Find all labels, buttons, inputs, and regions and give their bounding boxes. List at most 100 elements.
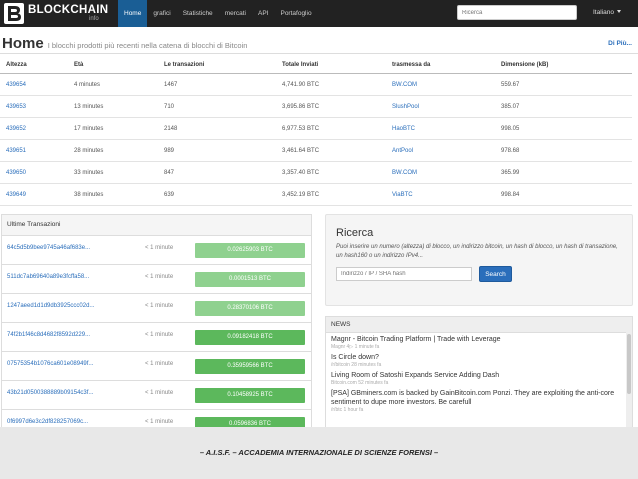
nav-home[interactable]: Home: [118, 0, 148, 27]
relayed-cell: BW.COM: [386, 161, 495, 184]
news-item[interactable]: Living Room of Satoshi Expands Service A…: [326, 371, 632, 387]
block-height-link[interactable]: 439651: [6, 148, 26, 154]
height-cell: 439653: [0, 95, 68, 118]
total-sent-cell: 3,695.86 BTC: [276, 95, 386, 118]
nav-mercati[interactable]: mercati: [219, 0, 252, 27]
nav-portafoglio[interactable]: Portafoglio: [274, 0, 317, 27]
footer-banner: – A.I.S.F. – ACCADEMIA INTERNAZIONALE DI…: [0, 427, 638, 479]
block-height-link[interactable]: 439653: [6, 104, 26, 110]
page-subtitle: I blocchi prodotti più recenti nella cat…: [47, 41, 248, 50]
search-panel-title: Ricerca: [336, 227, 374, 239]
brand-name[interactable]: BLOCKCHAIN: [28, 4, 108, 16]
block-height-link[interactable]: 439654: [6, 82, 26, 88]
table-row: 439652 17 minutes 2148 6,977.53 BTC HaoB…: [0, 117, 632, 140]
total-sent-cell: 3,357.40 BTC: [276, 161, 386, 184]
tx-count-cell: 989: [158, 139, 276, 162]
transaction-amount-button[interactable]: 0.10458925 BTC: [195, 388, 305, 403]
relayed-by-link[interactable]: BW.COM: [392, 170, 417, 176]
top-search-input[interactable]: [457, 5, 577, 20]
transaction-row: 74f2b1f46c8d4682f8592d229... < 1 minute …: [2, 323, 311, 352]
news-scrollbar[interactable]: [626, 332, 632, 427]
news-title[interactable]: Living Room of Satoshi Expands Service A…: [331, 371, 632, 380]
transaction-amount-button[interactable]: 0.09182418 BTC: [195, 330, 305, 345]
relayed-by-link[interactable]: BW.COM: [392, 82, 417, 88]
block-height-link[interactable]: 439649: [6, 192, 26, 198]
relayed-cell: ViaBTC: [386, 183, 495, 206]
news-title[interactable]: Magnr - Bitcoin Trading Platform | Trade…: [331, 335, 632, 344]
search-button[interactable]: Search: [479, 266, 512, 282]
size-cell: 559.67: [495, 73, 632, 96]
news-meta: /r/bitcoin 28 minutes fa: [331, 362, 382, 368]
nav-grafici[interactable]: grafici: [147, 0, 176, 27]
relayed-by-link[interactable]: SlushPool: [392, 104, 419, 110]
transaction-hash-link[interactable]: 74f2b1f46c8d4682f8592d229...: [7, 332, 90, 338]
transaction-amount-button[interactable]: 0.35959566 BTC: [195, 359, 305, 374]
table-row: 439651 28 minutes 989 3,461.64 BTC AntPo…: [0, 139, 632, 162]
language-dropdown[interactable]: Italiano: [593, 9, 621, 16]
column-header: Altezza: [0, 57, 68, 74]
footer-text: – A.I.S.F. – ACCADEMIA INTERNAZIONALE DI…: [199, 448, 439, 457]
block-height-link[interactable]: 439650: [6, 170, 26, 176]
transaction-hash-link[interactable]: 64c5d5b9bee9745a46af683e...: [7, 245, 90, 251]
relayed-by-link[interactable]: AntPool: [392, 148, 413, 154]
age-cell: 28 minutes: [68, 139, 158, 162]
news-item[interactable]: Magnr - Bitcoin Trading Platform | Trade…: [326, 335, 632, 351]
height-cell: 439650: [0, 161, 68, 184]
search-input[interactable]: [336, 267, 472, 281]
table-header-row: Altezza Età Le transazioni Totale Inviat…: [0, 57, 632, 74]
age-cell: 13 minutes: [68, 95, 158, 118]
nav-statistiche[interactable]: Statistiche: [177, 0, 219, 27]
total-sent-cell: 3,461.64 BTC: [276, 139, 386, 162]
news-item[interactable]: [PSA] GBminers.com is backed by GainBitc…: [326, 389, 632, 414]
relayed-by-link[interactable]: HaoBTC: [392, 126, 415, 132]
page-header: Home I blocchi prodotti più recenti nella…: [2, 35, 247, 53]
transaction-row: 511dc7ab69640a89e3fcffa58... < 1 minute …: [2, 265, 311, 294]
height-cell: 439652: [0, 117, 68, 140]
transaction-hash-link[interactable]: 0f6997d6e3c2df828257069c...: [7, 419, 88, 425]
nav-api[interactable]: API: [252, 0, 274, 27]
table-row: 439649 38 minutes 639 3,452.19 BTC ViaBT…: [0, 183, 632, 206]
top-navbar: BLOCKCHAIN info Home grafici Statistiche…: [0, 0, 638, 27]
block-height-link[interactable]: 439652: [6, 126, 26, 132]
total-sent-cell: 4,741.90 BTC: [276, 73, 386, 96]
more-link[interactable]: Di Più...: [608, 40, 632, 47]
relayed-cell: SlushPool: [386, 95, 495, 118]
age-cell: 4 minutes: [68, 73, 158, 96]
transaction-time: < 1 minute: [145, 419, 174, 425]
transaction-hash-link[interactable]: 07575354b1076ca601e08949f...: [7, 361, 93, 367]
transaction-hash-link[interactable]: 43b21d0500388889b09154c3f...: [7, 390, 93, 396]
size-cell: 998.05: [495, 117, 632, 140]
tx-count-cell: 1467: [158, 73, 276, 96]
transaction-hash-link[interactable]: 511dc7ab69640a89e3fcffa58...: [7, 274, 89, 280]
relayed-by-link[interactable]: ViaBTC: [392, 192, 413, 198]
tx-count-cell: 847: [158, 161, 276, 184]
scrollbar-thumb[interactable]: [627, 334, 631, 394]
column-header: trasmessa da: [386, 57, 495, 74]
age-cell: 17 minutes: [68, 117, 158, 140]
news-title[interactable]: Is Circle down?: [331, 353, 632, 362]
column-header: Dimensione (kB): [495, 57, 632, 74]
tx-count-cell: 639: [158, 183, 276, 206]
page-title: Home: [2, 35, 44, 52]
blockchain-logo-icon[interactable]: [4, 3, 24, 24]
relayed-cell: AntPool: [386, 139, 495, 162]
news-item[interactable]: Is Circle down? /r/bitcoin 28 minutes fa: [326, 353, 632, 369]
transaction-amount-button[interactable]: 0.0001513 BTC: [195, 272, 305, 287]
transaction-row: 64c5d5b9bee9745a46af683e... < 1 minute 0…: [2, 236, 311, 265]
divider: [0, 53, 638, 54]
news-meta: Bitcoin.com 52 minutes fa: [331, 380, 389, 386]
transaction-amount-button[interactable]: 0.28370106 BTC: [195, 301, 305, 316]
latest-transactions-panel: Ultime Transazioni 64c5d5b9bee9745a46af6…: [1, 214, 312, 428]
transaction-hash-link[interactable]: 1247aeed1d1d9db3925ccc02d...: [7, 303, 94, 309]
height-cell: 439654: [0, 73, 68, 96]
table-row: 439654 4 minutes 1467 4,741.90 BTC BW.CO…: [0, 73, 632, 96]
transaction-time: < 1 minute: [145, 245, 174, 251]
news-panel: NEWS Magnr - Bitcoin Trading Platform | …: [325, 316, 633, 428]
transaction-time: < 1 minute: [145, 332, 174, 338]
column-header: Età: [68, 57, 158, 74]
news-title[interactable]: [PSA] GBminers.com is backed by GainBitc…: [331, 389, 632, 407]
size-cell: 978.68: [495, 139, 632, 162]
size-cell: 998.84: [495, 183, 632, 206]
height-cell: 439649: [0, 183, 68, 206]
transaction-amount-button[interactable]: 0.02625903 BTC: [195, 243, 305, 258]
